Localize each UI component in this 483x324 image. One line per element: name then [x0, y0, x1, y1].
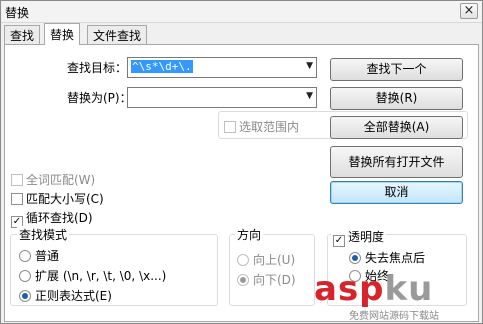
- search-mode-title: 查找模式: [17, 226, 70, 243]
- watermark-tagline: 免费网站源码下载站: [349, 311, 439, 322]
- replace-dialog: 替换 × 查找 替换 文件查找 查找目标： ^\s*\d+\. ▼ 替换为(P)…: [0, 0, 483, 324]
- mode-normal-radio[interactable]: 普通: [19, 247, 59, 264]
- radio-icon[interactable]: [19, 250, 31, 262]
- transparency-on-lose-focus-radio[interactable]: 失去焦点后: [349, 249, 425, 266]
- mode-extended-radio[interactable]: 扩展 (\n, \r, \t, \0, \x...): [19, 267, 166, 284]
- replace-all-button[interactable]: 全部替换(A): [330, 116, 463, 139]
- mode-regex-radio[interactable]: 正则表达式(E): [19, 287, 112, 304]
- checkbox-icon[interactable]: [224, 121, 236, 133]
- radio-selected-icon[interactable]: [237, 274, 249, 286]
- direction-up-radio[interactable]: 向上(U): [237, 251, 295, 268]
- radio-selected-icon[interactable]: [19, 290, 31, 302]
- transparency-checkbox[interactable]: ✓ 透明度: [331, 228, 387, 247]
- replace-all-open-files-button[interactable]: 替换所有打开文件: [330, 146, 463, 178]
- direction-down-radio[interactable]: 向下(D): [237, 271, 296, 288]
- match-case-checkbox[interactable]: 匹配大小写(C): [11, 190, 104, 207]
- radio-icon[interactable]: [237, 254, 249, 266]
- find-input-value[interactable]: ^\s*\d+\.: [131, 60, 193, 73]
- replace-combobox[interactable]: ▼: [127, 87, 317, 108]
- cancel-button[interactable]: 取消: [330, 181, 463, 204]
- tab-find-in-files[interactable]: 文件查找: [87, 25, 148, 44]
- checkbox-icon[interactable]: [11, 174, 23, 186]
- find-next-button[interactable]: 查找下一个: [330, 58, 463, 81]
- check-icon[interactable]: ✓: [333, 235, 345, 247]
- title-bar: 替换 ×: [1, 1, 482, 23]
- chevron-down-icon[interactable]: ▼: [306, 61, 313, 71]
- checkbox-icon[interactable]: [11, 193, 23, 205]
- window-title: 替换: [5, 6, 30, 20]
- replace-label: 替换为(P)：: [67, 91, 132, 105]
- find-combobox[interactable]: ^\s*\d+\. ▼: [127, 57, 317, 78]
- watermark-logo: aspku: [314, 269, 434, 309]
- find-label: 查找目标：: [67, 61, 128, 75]
- whole-word-checkbox[interactable]: 全词匹配(W): [11, 171, 95, 188]
- chevron-down-icon[interactable]: ▼: [306, 91, 313, 101]
- radio-selected-icon[interactable]: [349, 252, 361, 264]
- in-selection-checkbox[interactable]: 选取范围内: [224, 118, 299, 135]
- direction-title: 方向: [235, 226, 264, 243]
- close-button[interactable]: ×: [460, 3, 478, 19]
- tab-replace[interactable]: 替换: [44, 23, 81, 45]
- radio-icon[interactable]: [19, 270, 31, 282]
- replace-button[interactable]: 替换(R): [330, 87, 463, 110]
- direction-group: [229, 234, 315, 306]
- tab-find[interactable]: 查找: [4, 25, 41, 44]
